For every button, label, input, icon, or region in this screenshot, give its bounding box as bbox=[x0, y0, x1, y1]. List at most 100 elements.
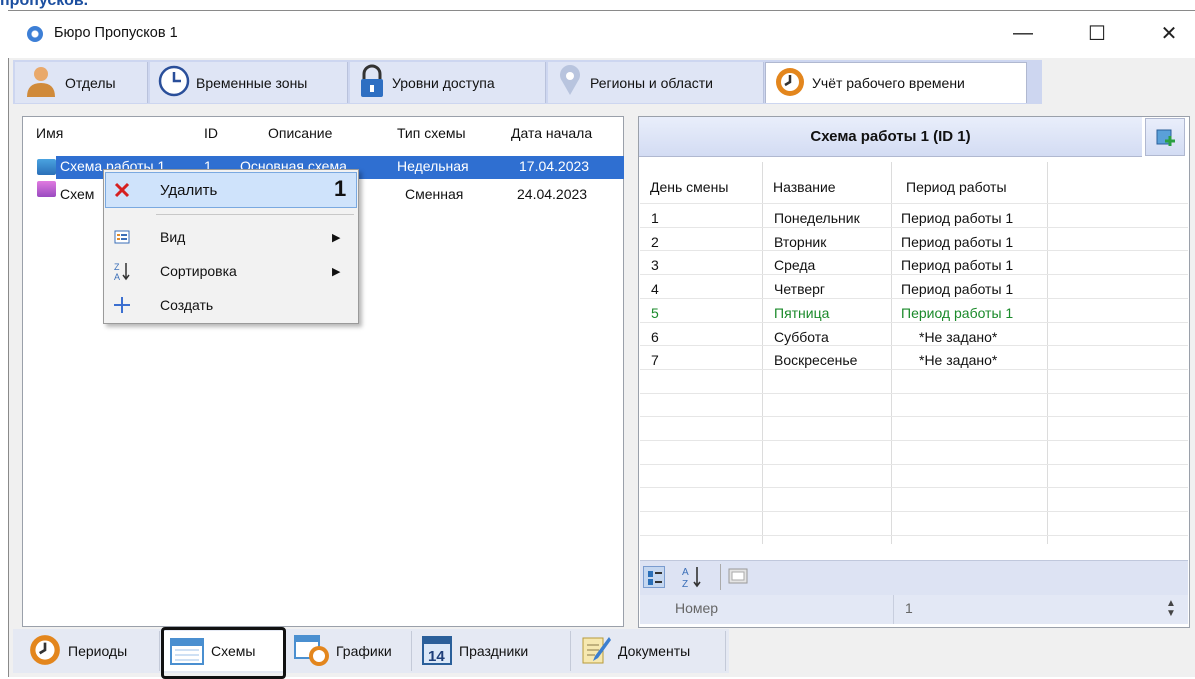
grid-row-line bbox=[640, 416, 1188, 417]
tab-label: Временные зоны bbox=[196, 74, 308, 91]
scroll-arrows-icon[interactable]: ▲ ▼ bbox=[1166, 599, 1176, 619]
scheme-cell-period[interactable]: Период работы 1 bbox=[901, 305, 1013, 321]
row-name[interactable]: Схем bbox=[60, 186, 94, 202]
svg-text:A: A bbox=[682, 567, 689, 578]
grid-row-line bbox=[640, 393, 1188, 394]
annotation-highlight-box bbox=[161, 627, 286, 679]
row-date: 17.04.2023 bbox=[519, 158, 590, 174]
tab-schedules[interactable]: Графики bbox=[288, 631, 412, 671]
menu-item-sort[interactable]: ZA Сортировка ▶ bbox=[106, 257, 356, 285]
tab-access-levels[interactable]: Уровни доступа bbox=[350, 62, 546, 103]
property-pages-button[interactable] bbox=[728, 566, 748, 589]
tab-periods[interactable]: Периоды bbox=[22, 631, 160, 671]
scheme-cell-name[interactable]: Пятница bbox=[774, 305, 829, 321]
grid-row-line bbox=[640, 274, 1188, 275]
document-pen-icon bbox=[580, 634, 612, 669]
scheme-cell-day[interactable]: 7 bbox=[651, 352, 659, 368]
window-title: Бюро Пропусков 1 bbox=[54, 25, 178, 41]
scheme-cell-day[interactable]: 5 bbox=[651, 305, 659, 321]
delete-x-icon bbox=[112, 180, 132, 200]
column-header-day[interactable]: День смены bbox=[650, 179, 728, 195]
column-header-id[interactable]: ID bbox=[204, 125, 218, 141]
tab-time-tracking[interactable]: Учёт рабочего времени bbox=[765, 62, 1027, 103]
add-icon bbox=[1156, 127, 1176, 150]
property-toolbar bbox=[640, 560, 1188, 595]
close-button[interactable]: ✕ bbox=[1146, 15, 1192, 51]
scheme-cell-name[interactable]: Понедельник bbox=[774, 210, 860, 226]
scheme-cell-name[interactable]: Суббота bbox=[774, 329, 829, 345]
categorized-view-button[interactable] bbox=[643, 566, 665, 588]
column-header-period[interactable]: Период работы bbox=[906, 179, 1007, 195]
scheme-cell-day[interactable]: 6 bbox=[651, 329, 659, 345]
sort-alphabetical-button[interactable]: AZ bbox=[681, 564, 703, 593]
property-divider bbox=[893, 595, 894, 624]
submenu-arrow-icon: ▶ bbox=[332, 265, 341, 278]
submenu-arrow-icon: ▶ bbox=[332, 231, 341, 244]
scheme-cell-day[interactable]: 2 bbox=[651, 234, 659, 250]
property-value: 1 bbox=[905, 600, 913, 616]
row-date: 24.04.2023 bbox=[517, 186, 588, 202]
svg-text:Z: Z bbox=[682, 579, 688, 590]
clock-icon bbox=[158, 65, 190, 100]
scheme-cell-period[interactable]: Период работы 1 bbox=[901, 234, 1013, 250]
grid-row-line bbox=[640, 487, 1188, 488]
scheme-cell-period[interactable]: Период работы 1 bbox=[901, 257, 1013, 273]
menu-item-view[interactable]: Вид ▶ bbox=[106, 223, 356, 251]
tab-time-zones[interactable]: Временные зоны bbox=[150, 62, 348, 103]
sort-az-icon: AZ bbox=[681, 567, 703, 593]
page-heading-fragment: пропусков. bbox=[0, 0, 89, 9]
grid-row-line bbox=[640, 345, 1188, 346]
calendar-day-icon: 14 bbox=[421, 634, 453, 669]
property-row[interactable] bbox=[640, 595, 1188, 624]
tab-label: Учёт рабочего времени bbox=[812, 75, 965, 91]
grid-row-line bbox=[640, 250, 1188, 251]
scheme-cell-name[interactable]: Воскресенье bbox=[774, 352, 857, 368]
column-header-scheme-type[interactable]: Тип схемы bbox=[397, 125, 466, 141]
scheme-cell-name[interactable]: Четверг bbox=[774, 281, 825, 297]
scheme-cell-period[interactable]: *Не задано* bbox=[919, 329, 997, 345]
tab-label: Документы bbox=[618, 643, 691, 659]
tab-documents[interactable]: Документы bbox=[574, 631, 726, 671]
property-label: Номер bbox=[675, 600, 719, 616]
scheme-cell-day[interactable]: 3 bbox=[651, 257, 659, 273]
tab-label: Отделы bbox=[65, 74, 116, 91]
tab-regions[interactable]: Регионы и области bbox=[548, 62, 764, 103]
minimize-button[interactable]: — bbox=[1000, 15, 1046, 51]
grid-row-line bbox=[640, 227, 1188, 228]
row-type: Недельная bbox=[397, 158, 469, 174]
scheme-cell-name[interactable]: Вторник bbox=[774, 234, 826, 250]
grid-row-line bbox=[640, 535, 1188, 536]
tab-holidays[interactable]: 14 Праздники bbox=[415, 631, 571, 671]
column-header-description[interactable]: Описание bbox=[268, 125, 332, 141]
scheme-title: Схема работы 1 (ID 1) bbox=[639, 117, 1142, 157]
tab-label: Периоды bbox=[68, 643, 128, 659]
padlock-icon bbox=[358, 64, 386, 101]
menu-item-delete[interactable]: Удалить 1 bbox=[106, 176, 356, 204]
maximize-button[interactable]: ☐ bbox=[1074, 15, 1120, 51]
grid-row-line bbox=[640, 369, 1188, 370]
svg-text:Z: Z bbox=[114, 262, 120, 272]
app-logo-icon bbox=[27, 26, 43, 42]
tab-departments[interactable]: Отделы bbox=[15, 62, 148, 103]
menu-item-create[interactable]: Создать bbox=[106, 291, 356, 319]
add-day-button[interactable] bbox=[1145, 118, 1185, 156]
scheme-cell-period[interactable]: *Не задано* bbox=[919, 352, 997, 368]
column-header-name[interactable]: Имя bbox=[36, 125, 63, 141]
calendar-clock-icon bbox=[294, 633, 330, 670]
scheme-cell-name[interactable]: Среда bbox=[774, 257, 815, 273]
scheme-cell-day[interactable]: 1 bbox=[651, 210, 659, 226]
person-icon bbox=[23, 65, 59, 100]
sort-az-icon: ZA bbox=[112, 261, 132, 281]
menu-separator bbox=[156, 214, 354, 215]
property-pages-icon bbox=[728, 568, 748, 589]
column-header-start-date[interactable]: Дата начала bbox=[511, 125, 592, 141]
scheme-cell-day[interactable]: 4 bbox=[651, 281, 659, 297]
column-header-title[interactable]: Название bbox=[773, 179, 836, 195]
grid-row-line bbox=[640, 322, 1188, 323]
scheme-cell-period[interactable]: Период работы 1 bbox=[901, 281, 1013, 297]
tab-label: Уровни доступа bbox=[392, 74, 495, 91]
scheme-cell-period[interactable]: Период работы 1 bbox=[901, 210, 1013, 226]
callout-number: 1 bbox=[334, 176, 347, 201]
menu-label: Сортировка bbox=[160, 263, 237, 279]
view-list-icon bbox=[112, 227, 132, 247]
